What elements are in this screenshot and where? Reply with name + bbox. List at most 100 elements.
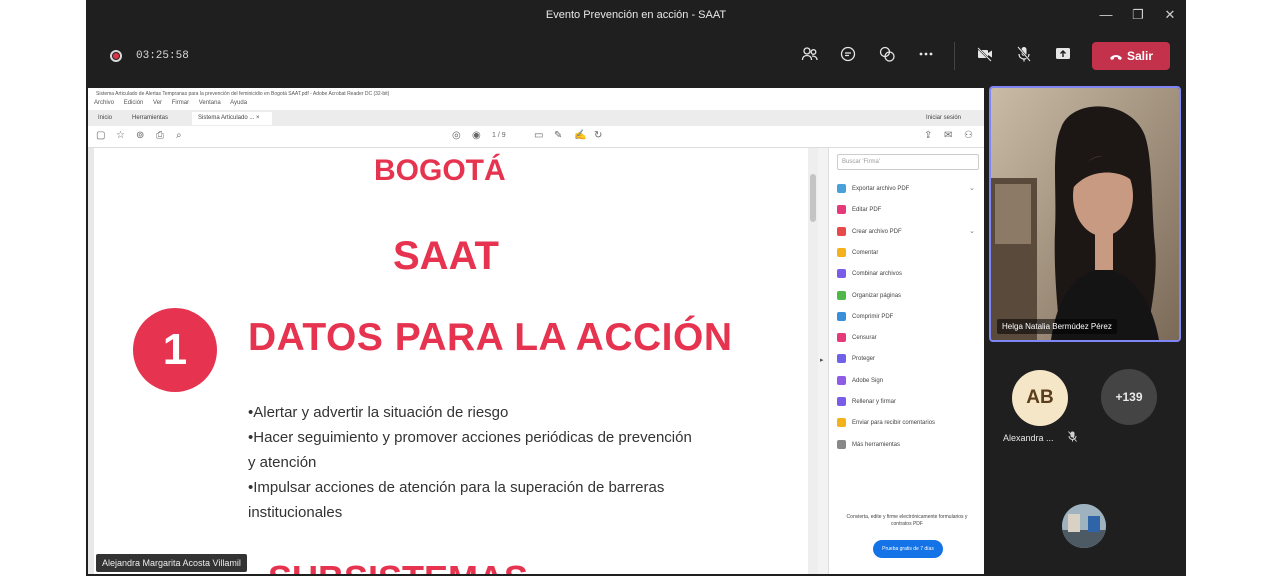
bullet-line: y atención xyxy=(248,454,317,471)
people-icon[interactable] xyxy=(799,45,821,67)
avatar-name: Alexandra ... xyxy=(1003,433,1054,443)
rotate-icon[interactable]: ↻ xyxy=(594,130,602,141)
tool-item[interactable]: Comentar xyxy=(837,247,878,257)
tool-item[interactable]: Adobe Sign xyxy=(837,375,884,385)
avatar[interactable]: AB xyxy=(1012,370,1068,426)
tool-label: Editar PDF xyxy=(852,207,882,214)
tool-item[interactable]: Censurar xyxy=(837,333,877,343)
nav-strip xyxy=(88,148,94,574)
tool-item[interactable]: Combinar archivos xyxy=(837,269,902,279)
tool-icon xyxy=(837,439,846,449)
tool-label: Rellenar y firmar xyxy=(852,399,897,406)
tool-label: Adobe Sign xyxy=(852,377,884,384)
mic-off-icon[interactable] xyxy=(1013,45,1035,67)
menu-edicion[interactable]: Edición xyxy=(124,100,144,106)
trial-button[interactable]: Prueba gratis de 7 días xyxy=(873,540,943,558)
tool-item[interactable]: Proteger xyxy=(837,354,876,364)
menu-ventana[interactable]: Ventana xyxy=(199,100,221,106)
tab-document-label: Sistema Articulado ... xyxy=(198,115,255,121)
recording-icon xyxy=(110,50,122,62)
mail-icon[interactable]: ✉ xyxy=(944,130,952,141)
teams-meeting-window: Evento Prevención en acción - SAAT — ❐ ✕… xyxy=(86,0,1186,576)
phone-icon xyxy=(1109,54,1122,60)
next-heading-partial: SUBSISTEMAS xyxy=(268,558,528,574)
tab-close-icon[interactable]: × xyxy=(256,115,260,121)
leave-button[interactable]: Salir xyxy=(1092,42,1170,70)
tool-icon xyxy=(837,205,846,215)
chevron-down-icon[interactable]: ⌄ xyxy=(969,184,975,192)
tool-label: Más herramientas xyxy=(852,441,901,448)
title-bar: Evento Prevención en acción - SAAT — ❐ ✕ xyxy=(86,0,1186,32)
upload-icon[interactable]: ⊚ xyxy=(136,130,144,141)
tool-item[interactable]: Enviar para recibir comentarios xyxy=(837,418,936,428)
tool-label: Exportar archivo PDF xyxy=(852,186,910,193)
tool-item[interactable]: Más herramientas xyxy=(837,439,901,449)
pen-icon[interactable]: ✎ xyxy=(554,130,562,141)
minimize-icon[interactable]: — xyxy=(1098,7,1114,23)
tab-document[interactable]: Sistema Articulado ... × xyxy=(192,112,272,125)
acrobat-title-bar: Sistema Articulado de Alertas Tempranas … xyxy=(88,88,984,100)
camera-off-icon[interactable] xyxy=(974,45,996,67)
bullet-line: •Impulsar acciones de atención para la s… xyxy=(248,479,665,496)
tool-item[interactable]: Organizar páginas xyxy=(837,290,902,300)
collapse-pane-icon[interactable]: ▸ xyxy=(820,356,824,364)
menu-firmar[interactable]: Firmar xyxy=(172,100,189,106)
tab-herramientas[interactable]: Herramientas xyxy=(126,112,174,125)
tool-icon xyxy=(837,247,846,257)
menu-ver[interactable]: Ver xyxy=(153,100,162,106)
participant-thumbnail[interactable] xyxy=(1062,504,1106,548)
tool-icon xyxy=(837,290,846,300)
speaker-video-tile[interactable]: Helga Natalia Bermúdez Pérez xyxy=(989,86,1181,342)
print-icon[interactable]: ⎙ xyxy=(156,130,164,141)
toolbar-divider xyxy=(954,42,955,70)
create-icon[interactable]: ▢ xyxy=(96,130,105,141)
sign-in-link[interactable]: Iniciar sesión xyxy=(920,112,967,125)
menu-archivo[interactable]: Archivo xyxy=(94,100,114,106)
chevron-down-icon[interactable]: ⌄ xyxy=(969,227,975,235)
tools-pane: Buscar 'Firma' Exportar archivo PDF ⌄ Edit… xyxy=(828,148,984,574)
tool-item[interactable]: Editar PDF xyxy=(837,205,882,215)
pdf-scroll-thumb[interactable] xyxy=(810,174,816,222)
star-icon[interactable]: ☆ xyxy=(116,130,125,141)
sign-icon[interactable]: ✍ xyxy=(574,130,586,141)
meeting-timer: 03:25:58 xyxy=(136,50,189,62)
more-icon[interactable] xyxy=(915,45,937,67)
section-number: 1 xyxy=(133,308,217,392)
page-indicator[interactable]: 1 / 9 xyxy=(492,132,506,139)
account-icon[interactable]: ⚇ xyxy=(964,130,973,141)
tool-label: Organizar páginas xyxy=(852,292,902,299)
tool-icon xyxy=(837,226,846,236)
acrobat-menu-bar: Archivo Edición Ver Firmar Ventana Ayuda xyxy=(88,100,984,110)
page-up-icon[interactable]: ◎ xyxy=(452,130,461,141)
tool-label: Censurar xyxy=(852,335,877,342)
tool-label: Enviar para recibir comentarios xyxy=(852,420,936,427)
tool-label: Proteger xyxy=(852,356,876,363)
slide-acronym: SAAT xyxy=(393,234,499,278)
tool-icon xyxy=(837,354,846,364)
tool-item[interactable]: Comprimir PDF xyxy=(837,311,894,321)
presenter-name-tag: Alejandra Margarita Acosta Villamil xyxy=(96,554,247,572)
page-down-icon[interactable]: ◉ xyxy=(472,130,481,141)
close-icon[interactable]: ✕ xyxy=(1162,7,1178,23)
slide-city: BOGOTÁ xyxy=(374,154,506,187)
tool-icon xyxy=(837,333,846,343)
comment-icon[interactable]: ▭ xyxy=(534,130,543,141)
share-icon[interactable]: ⇪ xyxy=(924,130,932,141)
reactions-icon[interactable] xyxy=(876,45,898,67)
zoom-icon[interactable]: ⌕ xyxy=(176,130,182,141)
chat-icon[interactable] xyxy=(837,45,859,67)
tools-search-input[interactable]: Buscar 'Firma' xyxy=(837,154,979,170)
tool-item[interactable]: Exportar archivo PDF xyxy=(837,184,909,193)
tool-item[interactable]: Crear archivo PDF xyxy=(837,226,902,236)
tool-label: Comprimir PDF xyxy=(852,313,894,320)
mic-off-icon xyxy=(1068,431,1077,445)
menu-ayuda[interactable]: Ayuda xyxy=(230,100,247,106)
tool-item[interactable]: Rellenar y firmar xyxy=(837,397,896,406)
maximize-icon[interactable]: ❐ xyxy=(1130,7,1146,23)
share-tray-icon[interactable] xyxy=(1052,45,1074,67)
more-participants-button[interactable]: +139 xyxy=(1101,369,1157,425)
tab-inicio[interactable]: Inicio xyxy=(92,112,118,125)
leave-label: Salir xyxy=(1126,49,1153,63)
tool-icon xyxy=(837,184,846,193)
section-title: DATOS PARA LA ACCIÓN xyxy=(248,316,733,359)
